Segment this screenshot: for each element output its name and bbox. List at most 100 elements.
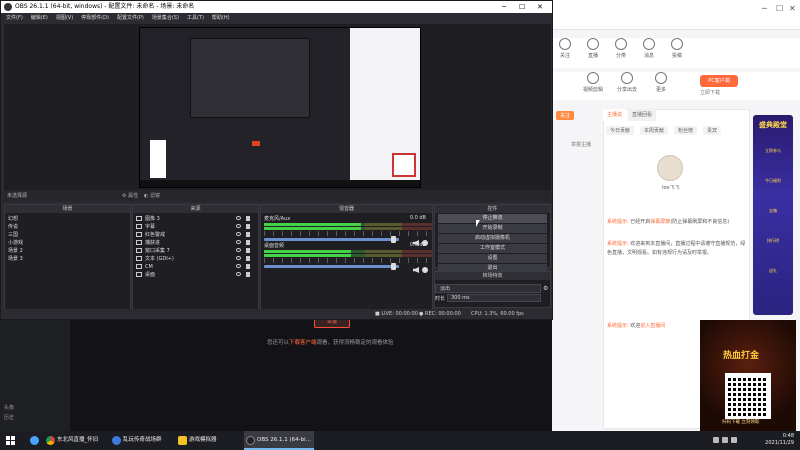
gear-icon[interactable] — [422, 267, 428, 273]
scene-item[interactable]: 场景 3 — [8, 255, 127, 263]
video-player[interactable] — [70, 316, 552, 431]
follow-button[interactable]: 关注 — [556, 111, 575, 120]
taskbar-app-obs[interactable]: OBS 26.1.1 (64-bi... — [244, 431, 314, 450]
network-icon[interactable] — [713, 437, 719, 443]
visibility-eye-icon[interactable] — [236, 216, 241, 220]
promo-item[interactable]: 立即参与 — [757, 148, 789, 154]
nav2-share[interactable]: 分享出去 — [614, 72, 640, 93]
nav2-more[interactable]: 更多 — [648, 72, 674, 93]
menu-tools[interactable]: 工具(T) — [187, 13, 204, 24]
promo-banner[interactable] — [753, 115, 793, 315]
menu-file[interactable]: 文件(F) — [6, 13, 23, 24]
lock-icon[interactable] — [246, 248, 250, 253]
lock-icon[interactable] — [246, 216, 250, 221]
nav-category[interactable]: 分类 — [608, 38, 634, 59]
pc-client-button[interactable]: PC客户端 — [700, 75, 738, 87]
sidebar-label[interactable]: 头像 — [4, 404, 14, 411]
virtual-camera-button[interactable]: 启动虚拟摄像机 — [438, 234, 547, 243]
volume-fader[interactable] — [264, 236, 399, 243]
studio-mode-button[interactable]: 工作室模式 — [438, 244, 547, 253]
visibility-eye-icon[interactable] — [236, 272, 241, 276]
lock-icon[interactable] — [246, 240, 250, 245]
nav-live[interactable]: 直播 — [580, 38, 606, 59]
menu-edit[interactable]: 编辑(E) — [31, 13, 48, 24]
tab-anchor-talk[interactable]: 主播说 — [603, 109, 627, 121]
nav-message[interactable]: 消息 — [636, 38, 662, 59]
start-icon[interactable] — [6, 436, 15, 445]
duration-input[interactable]: 300 ms — [447, 294, 541, 302]
speaker-icon[interactable] — [413, 267, 419, 273]
close-icon[interactable]: ✕ — [789, 4, 796, 13]
menu-docks[interactable]: 停靠部件(D) — [81, 13, 109, 24]
minimize-icon[interactable]: ─ — [502, 1, 506, 13]
anchor-avatar[interactable] — [657, 155, 683, 181]
lock-icon[interactable] — [246, 272, 250, 277]
close-icon[interactable]: ✕ — [537, 1, 543, 13]
visibility-eye-icon[interactable] — [236, 256, 241, 260]
start-recording-button[interactable]: 开始录制 — [438, 224, 547, 233]
taskbar-app[interactable]: 游戏模拟器 — [176, 431, 238, 450]
filters-button[interactable]: ◐ 滤镜 — [144, 192, 160, 199]
source-item[interactable]: 文本 (GDI+) — [136, 255, 255, 263]
visibility-eye-icon[interactable] — [236, 264, 241, 268]
promo-item[interactable]: 送礼 — [757, 268, 789, 274]
source-item[interactable]: 桌面 — [136, 271, 255, 279]
visibility-eye-icon[interactable] — [236, 232, 241, 236]
promo-item[interactable]: 今日福利 — [757, 178, 789, 184]
clock[interactable]: 0:48 2021/11/29 — [765, 433, 794, 447]
tab-today[interactable]: 今日贡献 — [606, 126, 635, 135]
lock-icon[interactable] — [246, 224, 250, 229]
taskbar-app[interactable]: 东北风直播_怀旧 — [44, 431, 106, 450]
nav2-clip[interactable]: 视频剪辑 — [580, 72, 606, 93]
maximize-icon[interactable]: ☐ — [519, 1, 525, 13]
source-item[interactable]: 字幕 — [136, 223, 255, 231]
source-item[interactable]: 红色警戒 — [136, 231, 255, 239]
source-item[interactable]: 窗口采集 7 — [136, 247, 255, 255]
clock-time: 0:48 — [782, 433, 794, 439]
stop-streaming-button[interactable]: 停止推流 — [438, 214, 547, 223]
lock-icon[interactable] — [246, 256, 250, 261]
download-link[interactable]: 立即下载 — [700, 89, 720, 96]
nav-follow[interactable]: 关注 — [552, 38, 578, 59]
ime-icon[interactable] — [731, 437, 737, 443]
edge-icon[interactable] — [30, 436, 39, 445]
source-item[interactable]: 图像 3 — [136, 215, 255, 223]
tab-fans[interactable]: 粉丝榜 — [674, 126, 698, 135]
nav-upload[interactable]: 投稿 — [664, 38, 690, 59]
fader-knob[interactable] — [391, 263, 397, 270]
preview-canvas[interactable] — [139, 27, 421, 188]
scene-item[interactable]: 幻想 — [8, 215, 127, 223]
scene-item[interactable]: 小游戏 — [8, 239, 127, 247]
scene-item[interactable]: 场景 2 — [8, 247, 127, 255]
scene-item[interactable]: 三国 — [8, 231, 127, 239]
menu-profile[interactable]: 配置文件(P) — [117, 13, 144, 24]
visibility-eye-icon[interactable] — [236, 224, 241, 228]
volume-icon[interactable] — [722, 437, 728, 443]
source-item[interactable]: CM — [136, 263, 255, 271]
menu-help[interactable]: 帮助(H) — [212, 13, 230, 24]
visibility-eye-icon[interactable] — [236, 240, 241, 244]
promo-item[interactable]: 排行榜 — [757, 238, 789, 244]
tab-replay[interactable]: 直播回看 — [628, 109, 657, 121]
tab-vip[interactable]: 贵宾 — [703, 126, 722, 135]
taskbar-app[interactable]: 乱玩传奇战场群 — [110, 431, 172, 450]
menu-view[interactable]: 视图(V) — [56, 13, 73, 24]
source-item[interactable]: 捕获进 — [136, 239, 255, 247]
gear-icon[interactable]: ⚙ — [543, 285, 548, 292]
properties-button[interactable]: ⚙ 属性 — [122, 192, 138, 199]
maximize-icon[interactable]: ☐ — [776, 4, 783, 13]
volume-fader[interactable] — [264, 263, 399, 270]
menu-scene-collection[interactable]: 场景集合(S) — [152, 13, 179, 24]
visibility-eye-icon[interactable] — [236, 248, 241, 252]
lock-icon[interactable] — [246, 264, 250, 269]
settings-button[interactable]: 设置 — [438, 254, 547, 263]
download-client-link[interactable]: 下载客户端 — [289, 340, 317, 346]
sidebar-label[interactable]: 历史 — [4, 414, 14, 421]
minimize-icon[interactable]: ─ — [762, 4, 767, 13]
lock-icon[interactable] — [246, 232, 250, 237]
transition-select[interactable]: 淡出 — [435, 284, 541, 293]
scene-item[interactable]: 传说 — [8, 223, 127, 231]
tab-week[interactable]: 本周贡献 — [640, 126, 669, 135]
report-anchor-link[interactable]: 举报主播 — [571, 141, 591, 148]
promo-item[interactable]: 宝箱 — [757, 208, 789, 214]
